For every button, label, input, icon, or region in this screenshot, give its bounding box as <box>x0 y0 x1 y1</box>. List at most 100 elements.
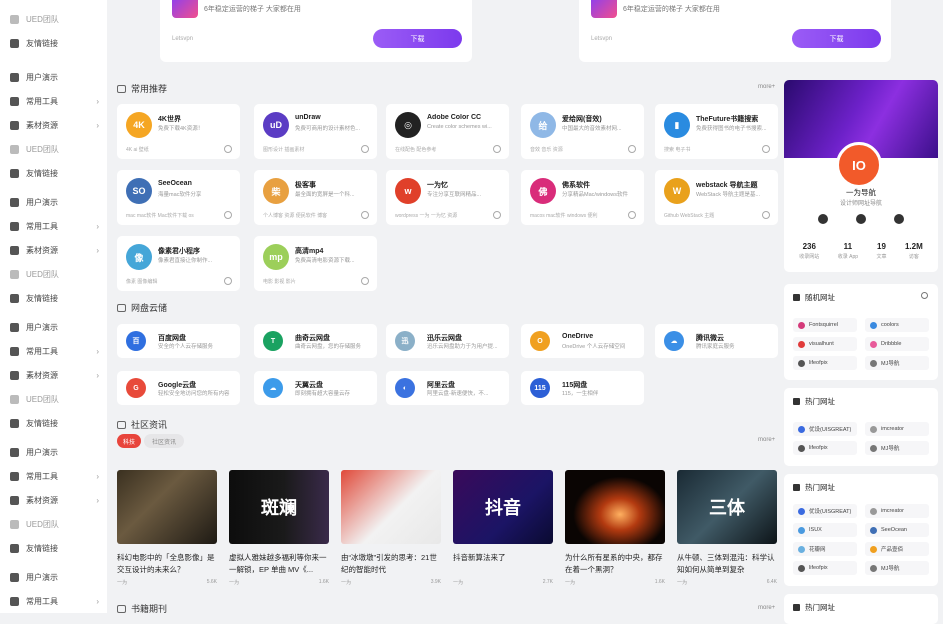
info-icon[interactable] <box>493 211 501 219</box>
info-icon[interactable] <box>361 211 369 219</box>
sidebar-item[interactable]: 素材资源 › <box>0 115 107 135</box>
news-title[interactable]: 抖音新算法来了 <box>453 552 553 576</box>
tab-tech[interactable]: 科技 <box>117 434 141 448</box>
site-card[interactable]: w 一为忆 专注分享互联网精品... wordpress 一为 一为忆 资源 <box>386 170 509 225</box>
news-thumbnail[interactable] <box>117 470 217 544</box>
info-icon[interactable] <box>628 145 636 153</box>
site-chip[interactable]: 优设(UISGREAT) <box>793 504 857 518</box>
site-card[interactable]: mp 高清mp4 免费高清电影资源下载... 电影 影视 影片 <box>254 236 377 291</box>
sidebar-item[interactable]: 友情链接 <box>0 413 107 433</box>
sidebar-item[interactable]: 友情链接 <box>0 288 107 308</box>
site-card[interactable]: ◎ Adobe Color CC Create color schemes wi..… <box>386 104 509 159</box>
download-button[interactable]: 下载 <box>792 29 881 48</box>
sidebar-item[interactable]: UED团队 <box>0 9 107 29</box>
news-item[interactable]: 科幻电影中的「全息影像」是交互设计的未来么？ 一为 5.6K <box>117 470 217 586</box>
news-title[interactable]: 科幻电影中的「全息影像」是交互设计的未来么？ <box>117 552 217 576</box>
cloud-card[interactable]: 迅迅乐云网盘 迅乐云网盘助力于为用户提... <box>386 324 509 358</box>
site-chip[interactable]: 花瓣网 <box>793 542 857 556</box>
sidebar-item[interactable]: 用户演示 <box>0 67 107 87</box>
info-icon[interactable] <box>361 145 369 153</box>
sidebar-item[interactable]: 用户演示 <box>0 442 107 462</box>
site-card[interactable]: 柴极客事 最全面的宽屏是一个科... 个人博客 资源 便民软件 博客 <box>254 170 377 225</box>
news-title[interactable]: 从牛顿、三体到混沌：科学认知如何从简单到复杂 <box>677 552 777 576</box>
sidebar-item[interactable]: 友情链接 <box>0 163 107 183</box>
tab-community-news[interactable]: 社区资讯 <box>144 434 184 448</box>
news-title[interactable]: 为什么所有星系的中央，都存在着一个黑洞？ <box>565 552 665 576</box>
site-card[interactable]: uD unDraw 免费可商用的设计素材色... 图形设计 插画素材 <box>254 104 377 159</box>
site-chip[interactable]: 产品壹佰 <box>865 542 929 556</box>
sidebar-item[interactable]: UED团队 <box>0 389 107 409</box>
news-item[interactable]: 抖音 抖音新算法来了 一为 2.7K <box>453 470 553 586</box>
sidebar-item[interactable]: 素材资源 › <box>0 365 107 385</box>
sidebar-item[interactable]: 常用工具 › <box>0 91 107 111</box>
cloud-card[interactable]: G Google云盘 轻松安全地访问您的所有内容 <box>117 371 240 405</box>
more-link-community[interactable]: more+ <box>758 437 775 443</box>
site-card[interactable]: Wwebstack 导航主题 WebStack 导航主题是基... Github W… <box>655 170 778 225</box>
sidebar-item[interactable]: 素材资源 › <box>0 490 107 510</box>
wechat-icon[interactable] <box>818 214 828 224</box>
cloud-card[interactable]: ☁ 腾讯微云 腾讯家庭云服务 <box>655 324 778 358</box>
site-card[interactable]: ▮ TheFuture书籍搜索 免费获得图书的电子书搜索... 搜索 电子书 <box>655 104 778 159</box>
more-link-books[interactable]: more+ <box>758 605 775 611</box>
site-card[interactable]: 像像素君小程序 像素君直接让你制作... 像素 图像编辑 <box>117 236 240 291</box>
cloud-card[interactable]: O OneDrive OneDrive 个人云存储空间 <box>521 324 644 358</box>
sidebar-item[interactable]: 常用工具 › <box>0 216 107 236</box>
qq-icon[interactable] <box>856 214 866 224</box>
info-icon[interactable] <box>493 145 501 153</box>
cloud-card[interactable]: ☁ 天翼云盘 即刻拥有超大容量云存 <box>254 371 377 405</box>
info-icon[interactable] <box>628 211 636 219</box>
info-icon[interactable] <box>224 277 232 285</box>
cloud-card[interactable]: T 曲奇云网盘 曲奇云网盘，您的存储服务 <box>254 324 377 358</box>
cloud-card[interactable]: 115 115网盘 115，一生相伴 <box>521 371 644 405</box>
sidebar-item[interactable]: 友情链接 <box>0 538 107 558</box>
site-chip[interactable]: lifeofpix <box>793 441 857 455</box>
info-icon[interactable] <box>762 211 770 219</box>
news-title[interactable]: 由“冰墩墩”引发的思考：21世纪的智能时代 <box>341 552 441 576</box>
github-icon[interactable] <box>894 214 904 224</box>
sidebar-item[interactable]: 常用工具 › <box>0 591 107 611</box>
site-chip[interactable]: lifeofpix <box>793 356 857 370</box>
cloud-card[interactable]: 百百度网盘 安全的个人云存储服务 <box>117 324 240 358</box>
site-card[interactable]: 给爱给网(音效) 中国最大的音效素材网... 音效 音乐 资源 <box>521 104 644 159</box>
sidebar-item[interactable]: 素材资源 › <box>0 240 107 260</box>
news-thumbnail[interactable] <box>565 470 665 544</box>
site-chip[interactable]: visualhunt <box>793 337 857 351</box>
info-icon[interactable] <box>762 145 770 153</box>
site-card[interactable]: SO SeeOcean 海量mac软件分享 mac mac软件 Mac软件下载 os <box>117 170 240 225</box>
refresh-icon[interactable] <box>921 292 928 299</box>
info-icon[interactable] <box>361 277 369 285</box>
sidebar-item[interactable]: UED团队 <box>0 514 107 534</box>
news-title[interactable]: 虚拟人雅妹越多福利等你来一一解锁，EP 单曲 MV《... <box>229 552 329 576</box>
news-item[interactable]: 三体 从牛顿、三体到混沌：科学认知如何从简单到复杂 一为 6.4K <box>677 470 777 586</box>
site-chip[interactable]: MJ导航 <box>865 356 929 370</box>
news-thumbnail[interactable] <box>341 470 441 544</box>
site-chip[interactable]: coolors <box>865 318 929 332</box>
more-link-common[interactable]: more+ <box>758 84 775 90</box>
site-chip[interactable]: ISUX <box>793 523 857 537</box>
news-thumbnail[interactable]: 三体 <box>677 470 777 544</box>
news-item[interactable]: 为什么所有星系的中央，都存在着一个黑洞？ 一为 1.6K <box>565 470 665 586</box>
news-thumbnail[interactable]: 抖音 <box>453 470 553 544</box>
site-chip[interactable]: Dribbble <box>865 337 929 351</box>
site-chip[interactable]: MJ导航 <box>865 441 929 455</box>
site-chip[interactable]: lifeofpix <box>793 561 857 575</box>
sidebar-item[interactable]: 常用工具 › <box>0 466 107 486</box>
info-icon[interactable] <box>224 211 232 219</box>
news-thumbnail[interactable]: 斑斓 <box>229 470 329 544</box>
sidebar-item[interactable]: 友情链接 <box>0 33 107 53</box>
site-chip[interactable]: MJ导航 <box>865 561 929 575</box>
sidebar-item[interactable]: UED团队 <box>0 264 107 284</box>
site-chip[interactable]: imcreator <box>865 422 929 436</box>
info-icon[interactable] <box>224 145 232 153</box>
site-chip[interactable]: 优设(UISGREAT) <box>793 422 857 436</box>
site-card[interactable]: 佛佛系软件 分享精品Mac/windows软件 macos mac软件 window… <box>521 170 644 225</box>
site-card[interactable]: 4K 4K世界 免费下载4K资源！ 4K ai 壁纸 <box>117 104 240 159</box>
news-item[interactable]: 由“冰墩墩”引发的思考：21世纪的智能时代 一为 3.9K <box>341 470 441 586</box>
cloud-card[interactable]: ◐ 阿里云盘 阿里云盘-新速便快，不... <box>386 371 509 405</box>
sidebar-item[interactable]: UED团队 <box>0 139 107 159</box>
sidebar-item[interactable]: 用户演示 <box>0 317 107 337</box>
sidebar-item[interactable]: 用户演示 <box>0 192 107 212</box>
sidebar-item[interactable]: 常用工具 › <box>0 341 107 361</box>
download-button[interactable]: 下载 <box>373 29 462 48</box>
sidebar-item[interactable]: 用户演示 <box>0 567 107 587</box>
